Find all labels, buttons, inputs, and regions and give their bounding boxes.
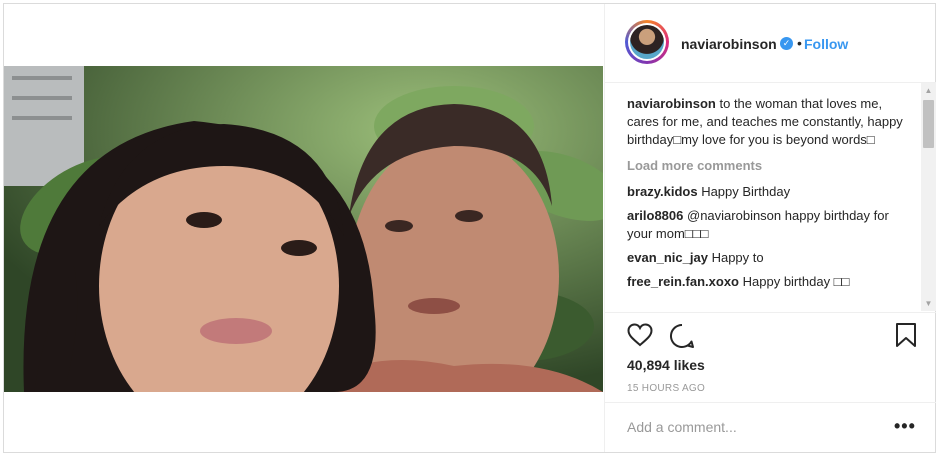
verified-badge-icon: ✓ bbox=[780, 37, 793, 50]
comments-scrollbar[interactable]: ▲ ▼ bbox=[921, 83, 936, 311]
comment-text: Happy birthday □□ bbox=[742, 274, 850, 289]
comment-item: arilo8806 @naviarobinson happy birthday … bbox=[627, 207, 907, 243]
post-header: naviarobinson ✓ • Follow bbox=[605, 4, 936, 83]
bookmark-icon[interactable] bbox=[895, 322, 917, 353]
comment-username[interactable]: arilo8806 bbox=[627, 208, 683, 223]
follow-button[interactable]: Follow bbox=[804, 36, 848, 52]
avatar-ring bbox=[628, 23, 666, 61]
comment-item: evan_nic_jay Happy to bbox=[627, 249, 907, 267]
comment-text: Happy to bbox=[711, 250, 764, 265]
comment-username[interactable]: free_rein.fan.xoxo bbox=[627, 274, 739, 289]
scroll-down-arrow-icon[interactable]: ▼ bbox=[921, 296, 936, 311]
comment-username[interactable]: evan_nic_jay bbox=[627, 250, 708, 265]
comment-text: Happy Birthday bbox=[701, 184, 791, 199]
add-comment-bar: ••• bbox=[605, 402, 936, 453]
comment-username[interactable]: brazy.kidos bbox=[627, 184, 698, 199]
post-photo[interactable] bbox=[4, 66, 603, 392]
comment-bubble-icon[interactable] bbox=[669, 323, 695, 354]
avatar[interactable] bbox=[625, 20, 669, 64]
header-username[interactable]: naviarobinson bbox=[681, 36, 777, 52]
avatar-image bbox=[630, 25, 664, 59]
post-media-area bbox=[4, 4, 603, 452]
likes-count[interactable]: 40,894 likes bbox=[627, 357, 705, 373]
heart-icon[interactable] bbox=[627, 323, 653, 352]
post-sidebar: naviarobinson ✓ • Follow naviarobinson t… bbox=[604, 4, 936, 452]
scroll-thumb[interactable] bbox=[923, 100, 934, 148]
more-options-button[interactable]: ••• bbox=[894, 416, 916, 437]
scroll-up-arrow-icon[interactable]: ▲ bbox=[921, 83, 936, 98]
comment-item: brazy.kidos Happy Birthday bbox=[627, 183, 907, 201]
comment-item: free_rein.fan.xoxo Happy birthday □□ bbox=[627, 273, 907, 291]
caption: naviarobinson to the woman that loves me… bbox=[627, 95, 907, 149]
selfie-photo-illustration bbox=[4, 66, 603, 392]
header-separator: • bbox=[797, 35, 802, 51]
instagram-post: naviarobinson ✓ • Follow naviarobinson t… bbox=[3, 3, 936, 453]
post-actions: 40,894 likes 15 HOURS AGO bbox=[605, 312, 936, 403]
comments-list[interactable]: naviarobinson to the woman that loves me… bbox=[605, 83, 921, 311]
post-timestamp[interactable]: 15 HOURS AGO bbox=[627, 383, 705, 394]
add-comment-input[interactable] bbox=[627, 419, 867, 435]
caption-username[interactable]: naviarobinson bbox=[627, 96, 716, 111]
load-more-comments-button[interactable]: Load more comments bbox=[627, 157, 921, 175]
